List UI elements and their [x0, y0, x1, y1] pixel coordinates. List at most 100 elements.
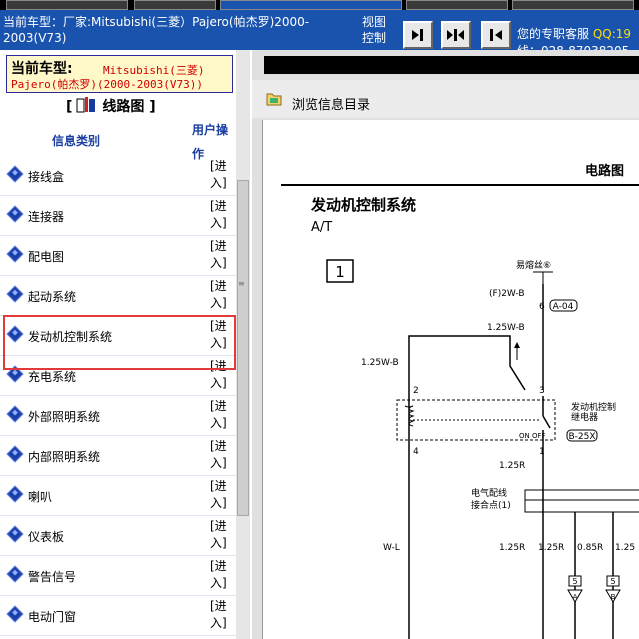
view-control-label: 视图控制 — [362, 15, 387, 45]
list-item-label[interactable]: 接线盒 — [28, 168, 64, 185]
enter-link[interactable]: [进入] — [210, 438, 232, 472]
browse-directory-label[interactable]: 浏览信息目录 — [292, 94, 370, 113]
wiring-book-icon — [76, 97, 96, 113]
list-item[interactable]: 起动系统 [进入] — [0, 276, 236, 316]
diagram-box-number: 1 — [335, 263, 345, 281]
diamond-bullet-icon — [6, 245, 24, 263]
current-car-label: 当前车型: — [11, 61, 73, 77]
browse-directory-bar[interactable]: 浏览信息目录 — [252, 80, 639, 118]
relay-label-line1: 发动机控制 — [571, 401, 616, 413]
connector-label: A-04 — [553, 302, 574, 312]
current-car-title: 当前车型：厂家:Mitsubishi(三菱）Pajero(帕杰罗)2000-20… — [3, 15, 310, 45]
qq-label[interactable]: QQ:19 — [593, 27, 631, 41]
pin-label: 6 — [539, 302, 545, 312]
wire-label: 1.25R — [499, 461, 525, 471]
list-item[interactable]: 仪表板 [进入] — [0, 516, 236, 556]
diagram-document: 电路图 发动机控制系统 A/T 1 易熔丝⑥ (F)2W-B 6 A-04 1.… — [262, 120, 639, 639]
pin-label: 3 — [539, 386, 545, 396]
top-toolbar-strip — [0, 0, 639, 10]
top-bar: 当前车型：厂家:Mitsubishi(三菱）Pajero(帕杰罗)2000-20… — [0, 0, 639, 58]
next-page-button[interactable] — [403, 21, 433, 49]
enter-link[interactable]: [进入] — [210, 238, 232, 272]
list-item[interactable]: 配电图 [进入] — [0, 236, 236, 276]
section-title: [ 线路图 ] — [66, 97, 156, 115]
enter-link[interactable]: [进入] — [210, 558, 232, 592]
diamond-bullet-icon — [6, 565, 24, 583]
list-item[interactable]: 内部照明系统 [进入] — [0, 436, 236, 476]
enter-link[interactable]: [进入] — [210, 278, 232, 312]
diamond-bullet-icon — [6, 525, 24, 543]
previous-page-button[interactable] — [481, 21, 511, 49]
category-list: 接线盒 [进入] 连接器 [进入] 配电图 [进入] 起动系统 [进入] 发动机控制系统… — [0, 156, 236, 636]
diamond-bullet-icon — [6, 405, 24, 423]
connector-label: B-25X — [568, 432, 595, 442]
service-label: 您的专职客服 — [517, 27, 590, 41]
column-header-category: 信息类别 — [52, 134, 101, 148]
diamond-bullet-icon — [6, 485, 24, 503]
list-item-label[interactable]: 外部照明系统 — [28, 408, 100, 425]
junction-label-line1: 电气配线 — [471, 487, 507, 499]
diamond-bullet-icon — [6, 605, 24, 623]
right-header-strip — [264, 56, 639, 74]
list-item-label[interactable]: 连接器 — [28, 208, 64, 225]
diamond-bullet-icon — [6, 285, 24, 303]
list-item-label[interactable]: 配电图 — [28, 248, 64, 265]
section-title-text: 线路图 — [102, 99, 145, 115]
list-item[interactable]: 喇叭 [进入] — [0, 476, 236, 516]
selected-item-highlight — [3, 315, 236, 370]
wire-label: W-L — [383, 543, 400, 553]
list-item[interactable]: 外部照明系统 [进入] — [0, 396, 236, 436]
wire-label: 1.25W-B — [487, 323, 525, 333]
arrow-left-bar-icon — [490, 29, 502, 41]
list-item-label[interactable]: 喇叭 — [28, 488, 52, 505]
current-car-box: 当前车型: Mitsubishi(三菱) Pajero(帕杰罗)(2000-20… — [6, 55, 233, 93]
toolbar-button[interactable] — [512, 0, 634, 10]
enter-link[interactable]: [进入] — [210, 518, 232, 552]
diamond-bullet-icon — [6, 445, 24, 463]
list-item[interactable]: 连接器 [进入] — [0, 196, 236, 236]
relay-label-line2: 继电器 — [571, 411, 598, 423]
list-item[interactable]: 电动门窗 [进入] — [0, 596, 236, 636]
pin-label: 2 — [413, 386, 419, 396]
junction-label-line2: 接合点(1) — [471, 499, 511, 511]
folder-icon — [266, 93, 282, 106]
split-view-button[interactable] — [441, 21, 471, 49]
arrow-right-bar-icon — [412, 29, 423, 41]
wire-label: 0.85R — [577, 543, 603, 553]
list-item[interactable]: 警告信号 [进入] — [0, 556, 236, 596]
wire-label: 1.25W-B — [361, 358, 399, 368]
toolbar-button[interactable] — [406, 0, 508, 10]
enter-link[interactable]: [进入] — [210, 478, 232, 512]
enter-link[interactable]: [进入] — [210, 198, 232, 232]
right-panel: 浏览信息目录 电路图 发动机控制系统 A/T 1 易熔丝⑥ (F)2W-B 6 … — [252, 50, 639, 639]
enter-link[interactable]: [进入] — [210, 158, 232, 192]
list-item-label[interactable]: 内部照明系统 — [28, 448, 100, 465]
node-label: 5 — [610, 577, 615, 586]
wire-label-f: (F)2W-B — [489, 289, 525, 299]
list-item-label[interactable]: 起动系统 — [28, 288, 76, 305]
split-arrows-icon — [447, 29, 464, 41]
car-model: Pajero(帕杰罗)(2000-2003(V73)) — [11, 78, 203, 91]
list-item-label[interactable]: 电动门窗 — [28, 608, 76, 625]
list-item[interactable]: 接线盒 [进入] — [0, 156, 236, 196]
enter-link[interactable]: [进入] — [210, 598, 232, 632]
list-item-label[interactable]: 仪表板 — [28, 528, 64, 545]
ground-label: B — [611, 593, 616, 601]
toolbar-button[interactable] — [6, 0, 128, 10]
toolbar-button[interactable] — [134, 0, 216, 10]
wire-label: 1.25R — [499, 543, 525, 553]
left-scrollbar[interactable]: ≡ — [236, 50, 250, 639]
ground-label: A — [573, 593, 578, 601]
relay-switch-state: ON OFF — [519, 432, 546, 440]
wire-label: 1.25R — [538, 543, 564, 553]
diamond-bullet-icon — [6, 165, 24, 183]
customer-service-text: 您的专职客服 QQ:19 — [517, 25, 631, 42]
toolbar-button[interactable] — [220, 0, 402, 10]
scrollbar-thumb[interactable] — [237, 180, 249, 516]
list-item-label[interactable]: 充电系统 — [28, 368, 76, 385]
left-panel: 当前车型: Mitsubishi(三菱) Pajero(帕杰罗)(2000-20… — [0, 50, 254, 639]
enter-link[interactable]: [进入] — [210, 398, 232, 432]
pin-label: 1 — [539, 447, 545, 457]
list-item-label[interactable]: 警告信号 — [28, 568, 76, 585]
wire-label: 1.25 — [615, 543, 635, 553]
